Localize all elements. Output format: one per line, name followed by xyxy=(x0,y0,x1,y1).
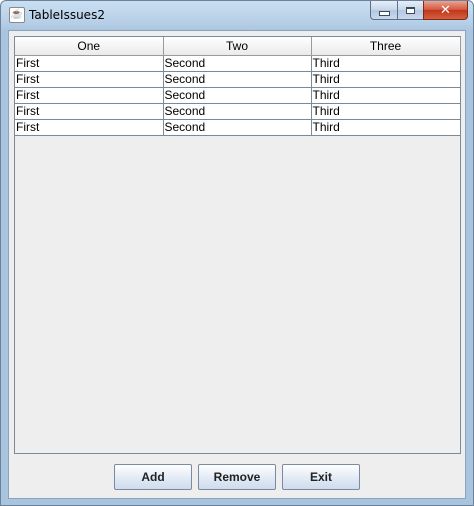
data-table[interactable]: One Two Three First Second Third First S… xyxy=(15,37,461,136)
table-row[interactable]: First Second Third xyxy=(15,55,461,72)
minimize-icon xyxy=(378,10,390,16)
window-title: TableIssues2 xyxy=(29,8,105,22)
column-header-three[interactable]: Three xyxy=(311,37,461,56)
table-cell[interactable]: Second xyxy=(163,119,312,136)
content-pane: One Two Three First Second Third First S… xyxy=(8,30,466,499)
java-app-icon[interactable]: ☕ xyxy=(9,7,25,23)
column-header-two[interactable]: Two xyxy=(163,37,312,56)
table-header-row: One Two Three xyxy=(15,37,461,56)
table-cell[interactable]: First xyxy=(15,87,164,104)
table-row[interactable]: First Second Third xyxy=(15,87,461,104)
table-cell[interactable]: First xyxy=(15,55,164,72)
table-scroll-pane[interactable]: One Two Three First Second Third First S… xyxy=(14,36,461,454)
table-cell[interactable]: Third xyxy=(311,119,461,136)
maximize-icon xyxy=(406,6,415,14)
table-cell[interactable]: Third xyxy=(311,55,461,72)
app-window: ☕ TableIssues2 ✕ One Two Three First Sec… xyxy=(0,0,474,506)
table-cell[interactable]: Third xyxy=(311,103,461,120)
table-cell[interactable]: Second xyxy=(163,55,312,72)
close-icon: ✕ xyxy=(440,2,451,18)
exit-button[interactable]: Exit xyxy=(282,464,360,490)
remove-button[interactable]: Remove xyxy=(198,464,276,490)
table-cell[interactable]: Third xyxy=(311,71,461,88)
minimize-button[interactable] xyxy=(370,1,397,20)
maximize-button[interactable] xyxy=(397,1,423,20)
window-controls: ✕ xyxy=(370,1,468,21)
close-button[interactable]: ✕ xyxy=(423,1,468,20)
table-cell[interactable]: Second xyxy=(163,87,312,104)
table-cell[interactable]: Second xyxy=(163,103,312,120)
button-bar: Add Remove Exit xyxy=(114,464,360,490)
table-cell[interactable]: First xyxy=(15,103,164,120)
table-row[interactable]: First Second Third xyxy=(15,103,461,120)
title-bar[interactable]: ☕ TableIssues2 ✕ xyxy=(1,1,473,30)
table-cell[interactable]: First xyxy=(15,119,164,136)
table-cell[interactable]: Third xyxy=(311,87,461,104)
add-button[interactable]: Add xyxy=(114,464,192,490)
table-row[interactable]: First Second Third xyxy=(15,119,461,136)
column-header-one[interactable]: One xyxy=(15,37,164,56)
table-row[interactable]: First Second Third xyxy=(15,71,461,88)
table-cell[interactable]: Second xyxy=(163,71,312,88)
table-cell[interactable]: First xyxy=(15,71,164,88)
